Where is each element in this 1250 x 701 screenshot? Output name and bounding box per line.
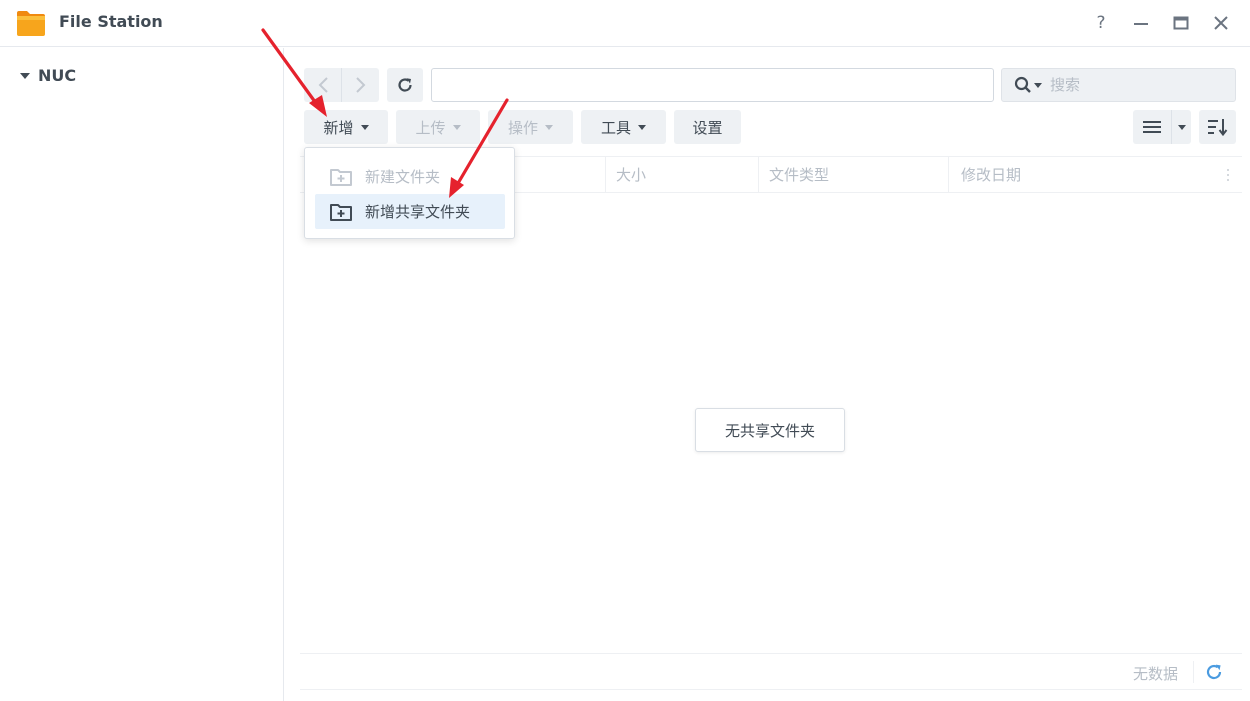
minimize-button[interactable]	[1130, 12, 1152, 34]
menu-item-new-shared-folder[interactable]: 新增共享文件夹	[315, 194, 505, 229]
new-button[interactable]: 新增	[304, 110, 388, 144]
list-view-icon	[1143, 121, 1161, 133]
settings-button-label: 设置	[692, 118, 723, 137]
empty-message: 无共享文件夹	[695, 408, 845, 452]
back-button[interactable]	[304, 68, 341, 102]
status-bar: 无数据	[300, 653, 1242, 690]
history-nav	[304, 68, 379, 102]
sidebar-item-label: NUC	[38, 66, 77, 85]
upload-button[interactable]: 上传	[396, 110, 480, 144]
new-button-label: 新增	[323, 118, 354, 137]
column-type[interactable]: 文件类型	[759, 157, 948, 192]
menu-item-new-folder[interactable]: 新建文件夹	[315, 159, 505, 194]
app-title: File Station	[59, 12, 163, 31]
column-modified[interactable]: 修改日期	[951, 157, 1211, 192]
sort-button[interactable]	[1199, 110, 1236, 144]
close-button[interactable]	[1210, 12, 1232, 34]
status-text: 无数据	[1132, 665, 1178, 683]
tools-button-label: 工具	[600, 118, 631, 137]
settings-button[interactable]: 设置	[674, 110, 741, 144]
folder-add-icon	[329, 201, 353, 223]
file-station-folder-icon	[17, 11, 45, 36]
search-box[interactable]	[1001, 68, 1236, 102]
footer-divider	[1193, 661, 1194, 683]
maximize-button[interactable]	[1170, 12, 1192, 34]
view-mode-toggle	[1133, 110, 1191, 144]
maximize-icon	[1173, 16, 1189, 30]
help-icon: ?	[1096, 13, 1106, 33]
caret-down-icon	[452, 124, 461, 130]
action-button[interactable]: 操作	[488, 110, 573, 144]
menu-item-label: 新建文件夹	[365, 168, 441, 186]
new-dropdown-menu: 新建文件夹 新增共享文件夹	[304, 147, 515, 239]
list-view-button[interactable]	[1133, 110, 1171, 144]
help-button[interactable]: ?	[1090, 12, 1112, 34]
refresh-button[interactable]	[387, 68, 423, 102]
search-input[interactable]	[1050, 76, 1220, 94]
refresh-icon	[398, 78, 412, 92]
folder-add-icon	[329, 166, 353, 188]
caret-down-icon	[1177, 124, 1186, 130]
search-filter-dropdown[interactable]	[1002, 76, 1042, 94]
column-options-icon[interactable]	[1222, 166, 1234, 184]
action-button-label: 操作	[507, 118, 538, 137]
forward-button[interactable]	[341, 68, 379, 102]
path-input[interactable]	[431, 68, 994, 102]
close-icon	[1214, 16, 1228, 30]
menu-item-label: 新增共享文件夹	[365, 203, 471, 221]
caret-down-icon	[1034, 82, 1042, 88]
refresh-icon[interactable]	[1204, 662, 1224, 682]
minimize-icon	[1134, 23, 1148, 25]
caret-down-icon	[545, 124, 553, 130]
tools-button[interactable]: 工具	[581, 110, 666, 144]
search-icon	[1014, 76, 1031, 93]
column-size[interactable]: 大小	[606, 157, 758, 192]
title-bar: File Station ?	[0, 0, 1250, 47]
caret-down-icon[interactable]	[20, 72, 30, 79]
sort-descending-icon	[1207, 119, 1227, 136]
caret-down-icon	[638, 124, 646, 130]
caret-down-icon	[360, 124, 369, 130]
column-divider[interactable]	[948, 157, 949, 192]
chevron-right-icon	[355, 77, 365, 93]
sidebar-item-nuc[interactable]: NUC	[20, 66, 76, 85]
chevron-left-icon	[318, 77, 328, 93]
sidebar: NUC	[0, 48, 284, 701]
upload-button-label: 上传	[415, 118, 446, 137]
view-mode-dropdown[interactable]	[1171, 110, 1191, 144]
